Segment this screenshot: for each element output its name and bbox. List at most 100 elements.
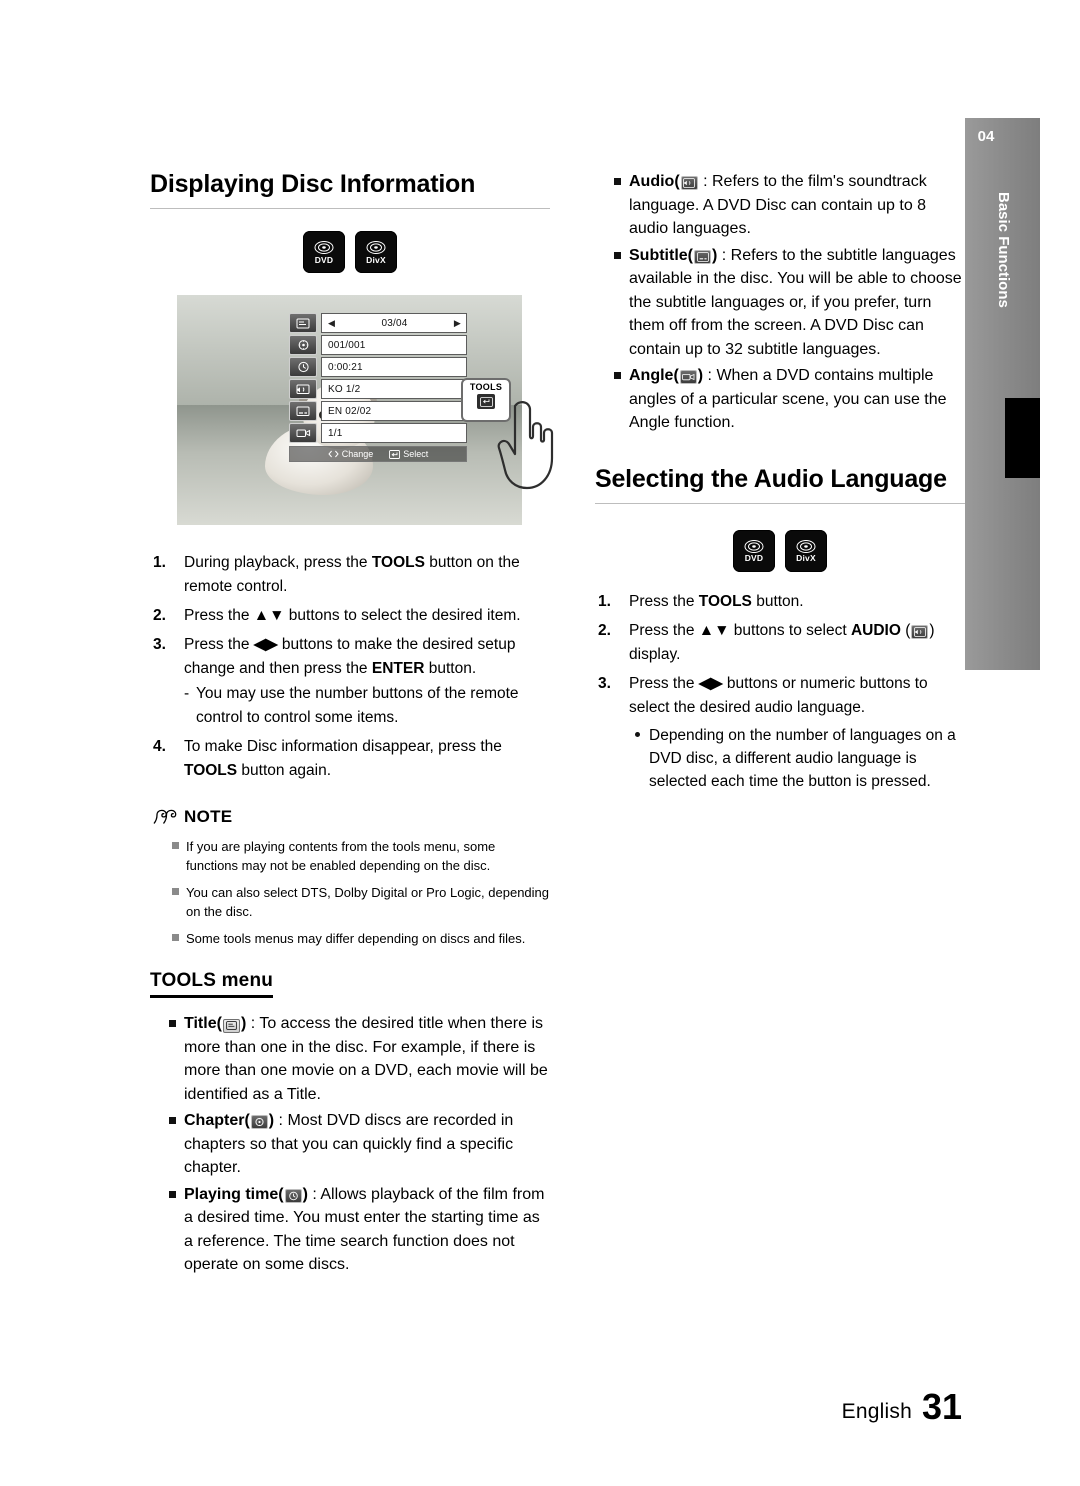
osd-row-time: 0:00:21	[289, 357, 467, 377]
chapter-number: 04	[977, 128, 995, 145]
tools-menu-heading-wrap: TOOLS menu	[150, 970, 550, 998]
osd-chapter-field[interactable]: 001/001	[321, 335, 467, 355]
audio-step-3-notes: Depending on the number of languages on …	[629, 724, 965, 793]
step-3-substep: - You may use the number buttons of the …	[184, 682, 550, 730]
page-footer: English 31	[842, 1386, 962, 1427]
kw-tools: TOOLS	[371, 554, 425, 571]
osd-row-chapter: 001/001	[289, 335, 467, 355]
playing-time-icon	[289, 357, 317, 377]
bullet-square-icon	[172, 934, 179, 941]
bullet-square-icon	[172, 888, 179, 895]
audio-language-title: Selecting the Audio Language	[595, 465, 965, 504]
bullet-angle: Angle() : When a DVD contains multiple a…	[595, 364, 965, 435]
osd-subtitle-field[interactable]: EN 02/02	[321, 401, 467, 421]
playing-time-icon	[284, 1188, 302, 1203]
audio-step-3-number: 3.	[598, 674, 611, 692]
audio-language-steps: 1. Press the TOOLS button. 2. Press the …	[595, 590, 965, 793]
divx-badge-label: DivX	[796, 553, 816, 563]
audio-step-2: 2. Press the ▲▼ buttons to select AUDIO …	[595, 619, 965, 667]
step-3-text: Press the ◀▶ buttons to make the desired…	[184, 636, 516, 677]
audio-step-1-text: Press the TOOLS button.	[629, 592, 804, 610]
osd-angle-value: 1/1	[328, 427, 343, 439]
divx-badge: DivX	[355, 231, 397, 273]
osd-row-angle: 1/1	[289, 423, 467, 443]
kw-tools-2: TOOLS	[184, 762, 238, 779]
note-list: If you are playing contents from the too…	[150, 837, 550, 948]
tools-item-title-name: Title	[184, 1015, 217, 1032]
angle-icon	[289, 423, 317, 443]
note-icon	[153, 809, 177, 824]
step-2-text: Press the ▲▼ buttons to select the desir…	[184, 607, 521, 624]
subtitle-icon	[694, 249, 711, 264]
chapter-icon	[250, 1115, 268, 1129]
subtitle-icon	[289, 401, 317, 421]
tools-button-label: TOOLS	[469, 382, 503, 392]
audio-step-3: 3. Press the ◀▶ buttons or numeric butto…	[595, 672, 965, 793]
bullet-square-icon	[614, 251, 621, 259]
disc-icon	[314, 241, 335, 255]
chapter-label: Basic Functions	[995, 192, 1012, 308]
osd-row-audio: KO 1/2	[289, 379, 467, 399]
substep-dash: -	[184, 685, 190, 702]
right-column: Audio( : Refers to the film's soundtrack…	[595, 170, 965, 798]
bullet-audio: Audio( : Refers to the film's soundtrack…	[595, 170, 965, 241]
osd-time-field[interactable]: 0:00:21	[321, 357, 467, 377]
left-disc-badges: DVD DivX	[150, 231, 550, 273]
kw-audio: AUDIO	[850, 621, 901, 639]
note-title: NOTE	[184, 807, 233, 826]
osd-title-field[interactable]: ◀ 03/04 ▶	[321, 313, 467, 333]
audio-step-1-number: 1.	[598, 592, 611, 610]
chevron-left-icon[interactable]: ◀	[328, 318, 335, 329]
osd-subtitle-value: EN 02/02	[328, 405, 372, 417]
audio-icon	[289, 379, 317, 399]
note-item: If you are playing contents from the too…	[150, 837, 550, 875]
disc-icon	[796, 539, 817, 553]
note-item-text: Some tools menus may differ depending on…	[186, 931, 526, 946]
tools-button-icon	[477, 394, 495, 409]
bullet-square-icon	[169, 1117, 176, 1124]
chevron-right-icon[interactable]: ▶	[454, 318, 461, 329]
osd-hint-change-label: Change	[341, 449, 374, 459]
note-item-text: If you are playing contents from the too…	[186, 839, 496, 873]
tools-item-chapter: Chapter() : Most DVD discs are recorded …	[150, 1109, 550, 1180]
audio-step-2-text: Press the ▲▼ buttons to select AUDIO () …	[629, 621, 935, 663]
divx-badge-label: DivX	[366, 254, 386, 265]
title-icon	[289, 313, 317, 333]
osd-footer-hints: Change Select	[289, 446, 467, 462]
kw-leftright-arrows: ◀▶	[698, 674, 723, 692]
disc-icon	[366, 241, 387, 255]
step-2-number: 2.	[153, 607, 166, 624]
enter-icon	[389, 449, 401, 459]
note-header: NOTE	[153, 807, 550, 827]
title-icon	[222, 1018, 240, 1033]
osd-time-value: 0:00:21	[328, 361, 363, 373]
osd-angle-field[interactable]: 1/1	[321, 423, 467, 443]
step-2: 2. Press the ▲▼ buttons to select the de…	[150, 604, 550, 628]
audio-step-1: 1. Press the TOOLS button.	[595, 590, 965, 614]
bullet-audio-name: Audio	[629, 173, 675, 190]
step-1-text: During playback, press the TOOLS button …	[184, 554, 520, 595]
footer-page-number: 31	[921, 1386, 962, 1427]
kw-tools: TOOLS	[698, 592, 752, 610]
step-3-number: 3.	[153, 636, 166, 653]
tools-item-time-name: Playing time	[184, 1185, 279, 1203]
osd-hint-select-label: Select	[403, 449, 429, 459]
kw-updown-arrows: ▲▼	[253, 607, 285, 624]
audio-step-2-number: 2.	[598, 621, 611, 639]
step-3-substep-text: You may use the number buttons of the re…	[196, 685, 519, 726]
osd-chapter-value: 001/001	[328, 339, 366, 351]
kw-leftright-arrows: ◀▶	[253, 636, 278, 653]
osd-audio-field[interactable]: KO 1/2	[321, 379, 467, 399]
bullet-subtitle-name: Subtitle	[629, 246, 688, 264]
step-4-number: 4.	[153, 738, 166, 755]
osd-hint-select: Select	[389, 449, 428, 459]
chapter-side-tab: 04 Basic Functions	[965, 118, 1040, 670]
tools-item-chapter-name: Chapter	[184, 1112, 245, 1129]
bullet-square-icon	[169, 1020, 176, 1027]
tools-item-title: Title() : To access the desired title wh…	[150, 1012, 550, 1106]
audio-note-item: Depending on the number of languages on …	[629, 724, 965, 793]
step-4: 4. To make Disc information disappear, p…	[150, 735, 550, 783]
left-right-arrows-icon	[328, 450, 339, 458]
disc-icon	[744, 539, 765, 553]
step-3: 3. Press the ◀▶ buttons to make the desi…	[150, 633, 550, 730]
